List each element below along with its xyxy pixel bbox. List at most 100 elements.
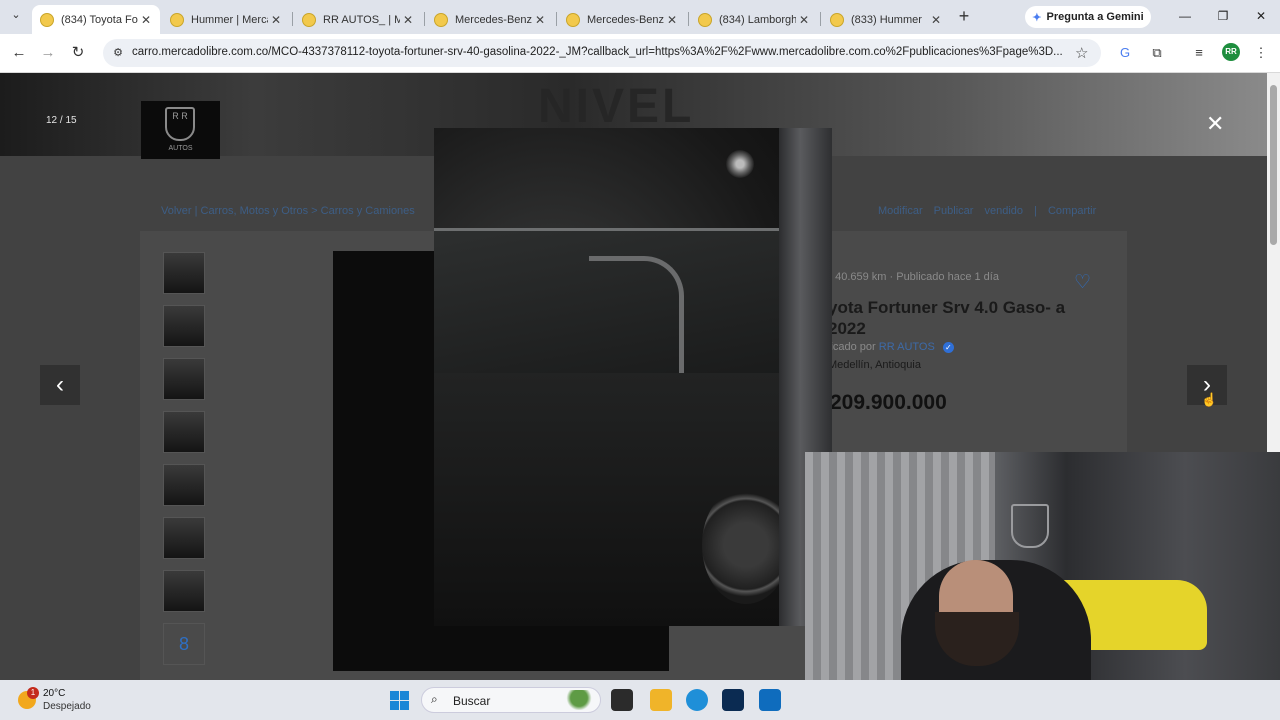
search-highlight-tree-icon [562,690,596,710]
gallery-thumbnail[interactable] [163,252,205,294]
tab-separator [820,12,821,26]
edge-browser-icon[interactable] [686,689,708,711]
tab-rr-autos[interactable]: RR AUTOS_ | Mercado Libre ✕ [294,5,422,34]
tab-title: Mercedes-Benz [455,13,532,26]
verified-check-icon: ✓ [942,342,954,353]
wall-emblem [1011,504,1049,548]
mouse-cursor-icon: ☝ [1201,392,1218,407]
favorite-heart-icon[interactable]: ♡ [1074,271,1091,294]
more-photos-count[interactable]: 8 [163,623,205,665]
weather-condition: Despejado [43,701,91,712]
weather-widget[interactable]: 1 20°C Despejado [16,687,116,715]
banner-text: NIVEL [538,80,695,133]
mercadolibre-favicon-icon [170,12,184,27]
mercadolibre-favicon-icon [566,12,580,27]
ask-gemini-label: Pregunta a Gemini [1046,11,1144,23]
door-speaker [702,486,790,604]
logo-text: AUTOS [168,145,193,152]
reload-icon[interactable]: ↻ [67,42,89,64]
tab-strip: ⌄ (834) Toyota Fortuner ✕ Hummer | Merca… [0,0,1280,34]
search-icon: ⌕ [431,692,438,706]
windows-taskbar: 1 20°C Despejado ⌕ Buscar [0,680,1280,720]
gallery-thumbnail[interactable] [163,570,205,612]
browser-toolbar: ← → ↻ ⚙ carro.mercadolibre.com.co/MCO-43… [0,34,1280,73]
ask-gemini-button[interactable]: ✦ Pregunta a Gemini [1025,6,1151,28]
listing-title: yota Fortuner Srv 4.0 Gaso- a 2022 [828,298,1066,338]
extensions-puzzle-icon[interactable]: ⧉ [1148,44,1166,62]
weather-badge: 1 [27,687,39,699]
photo-counter: 12 / 15 [46,115,77,126]
microsoft-store-icon[interactable] [759,689,781,711]
forward-arrow-icon[interactable]: → [37,42,59,64]
url-text[interactable]: carro.mercadolibre.com.co/MCO-4337378112… [132,46,1072,58]
restore-icon[interactable]: ❐ [1208,6,1238,26]
close-tab-icon[interactable]: ✕ [664,13,680,27]
door-handle-trim [589,256,684,381]
mercadolibre-favicon-icon [698,12,712,27]
more-menu-icon[interactable]: ⋮ [1252,44,1270,62]
seller-link[interactable]: RR AUTOS [879,341,935,353]
gemini-sparkle-icon: ✦ [1032,11,1042,24]
tab-separator [424,12,425,26]
store-logo: R R AUTOS [141,101,220,159]
task-view-icon[interactable] [611,689,633,711]
close-tab-icon[interactable]: ✕ [400,13,416,27]
tab-separator [688,12,689,26]
tab-list-chevron-icon[interactable]: ⌄ [6,8,26,26]
close-window-icon[interactable]: ✕ [1246,6,1276,26]
listing-price: 209.900.000 [830,391,947,414]
tab-title: Mercedes-Benz [587,13,664,26]
gallery-thumbnail[interactable] [163,464,205,506]
weather-temperature: 20°C [43,688,66,699]
gallery-thumbnail[interactable] [163,305,205,347]
bookmark-star-icon[interactable]: ☆ [1075,44,1088,62]
close-tab-icon[interactable]: ✕ [928,13,944,27]
mercadolibre-favicon-icon [40,12,54,27]
tab-title: (834) Toyota Fortuner [61,13,138,26]
publication-actions[interactable]: Modificar Publicar vendido | Compartir [878,205,1096,217]
minimize-icon[interactable]: — [1170,6,1200,26]
seller-line: licado por RR AUTOS ✓ [828,341,954,353]
tab-title: (834) Lamborghini [719,13,796,26]
mercadolibre-favicon-icon [830,12,844,27]
tab-toyota-fortuner[interactable]: (834) Toyota Fortuner ✕ [32,5,160,34]
logo-monogram: R R [165,107,195,141]
page-scrollbar[interactable] [1267,73,1280,453]
close-tab-icon[interactable]: ✕ [138,13,154,27]
tab-mercedes-benz-1[interactable]: Mercedes-Benz ✕ [426,5,554,34]
tab-title: Hummer | Mercado Libre [191,13,268,26]
tab-lamborghini[interactable]: (834) Lamborghini ✕ [690,5,818,34]
close-tab-icon[interactable]: ✕ [268,13,284,27]
profile-avatar[interactable]: RR [1222,43,1240,61]
tab-hummer[interactable]: Hummer | Mercado Libre ✕ [162,5,290,34]
mercadolibre-favicon-icon [302,12,316,27]
file-explorer-icon[interactable] [650,689,672,711]
seller-prefix: licado por [828,341,876,353]
close-tab-icon[interactable]: ✕ [532,13,548,27]
tab-hummer-2[interactable]: (833) Hummer ✕ [822,5,950,34]
back-arrow-icon[interactable]: ← [8,42,30,64]
mercadolibre-favicon-icon [434,12,448,27]
lightroom-icon[interactable] [722,689,744,711]
taskbar-search[interactable]: ⌕ Buscar [421,687,601,713]
enlarged-photo-door-panel [434,128,832,626]
search-placeholder: Buscar [453,694,491,708]
previous-photo-icon[interactable]: ‹ [40,365,80,405]
site-info-icon[interactable]: ⚙ [111,46,125,60]
breadcrumb[interactable]: Volver | Carros, Motos y Otros > Carros … [161,205,415,217]
thumbnail-strip: 8 [163,252,205,665]
tab-mercedes-benz-2[interactable]: Mercedes-Benz ✕ [558,5,686,34]
new-tab-button[interactable]: + [954,6,974,26]
media-control-icon[interactable]: ≡ [1190,44,1208,62]
close-viewer-icon[interactable]: ✕ [1206,111,1224,137]
scrollbar-thumb[interactable] [1270,85,1277,245]
tweeter-speaker [726,150,754,178]
address-bar[interactable]: ⚙ carro.mercadolibre.com.co/MCO-43373781… [103,39,1101,67]
close-tab-icon[interactable]: ✕ [796,13,812,27]
gallery-thumbnail[interactable] [163,517,205,559]
translate-icon[interactable]: G [1116,44,1134,62]
gallery-thumbnail[interactable] [163,411,205,453]
windows-start-icon[interactable] [390,691,409,710]
listing-location: Medellín, Antioquia [828,359,921,371]
gallery-thumbnail[interactable] [163,358,205,400]
